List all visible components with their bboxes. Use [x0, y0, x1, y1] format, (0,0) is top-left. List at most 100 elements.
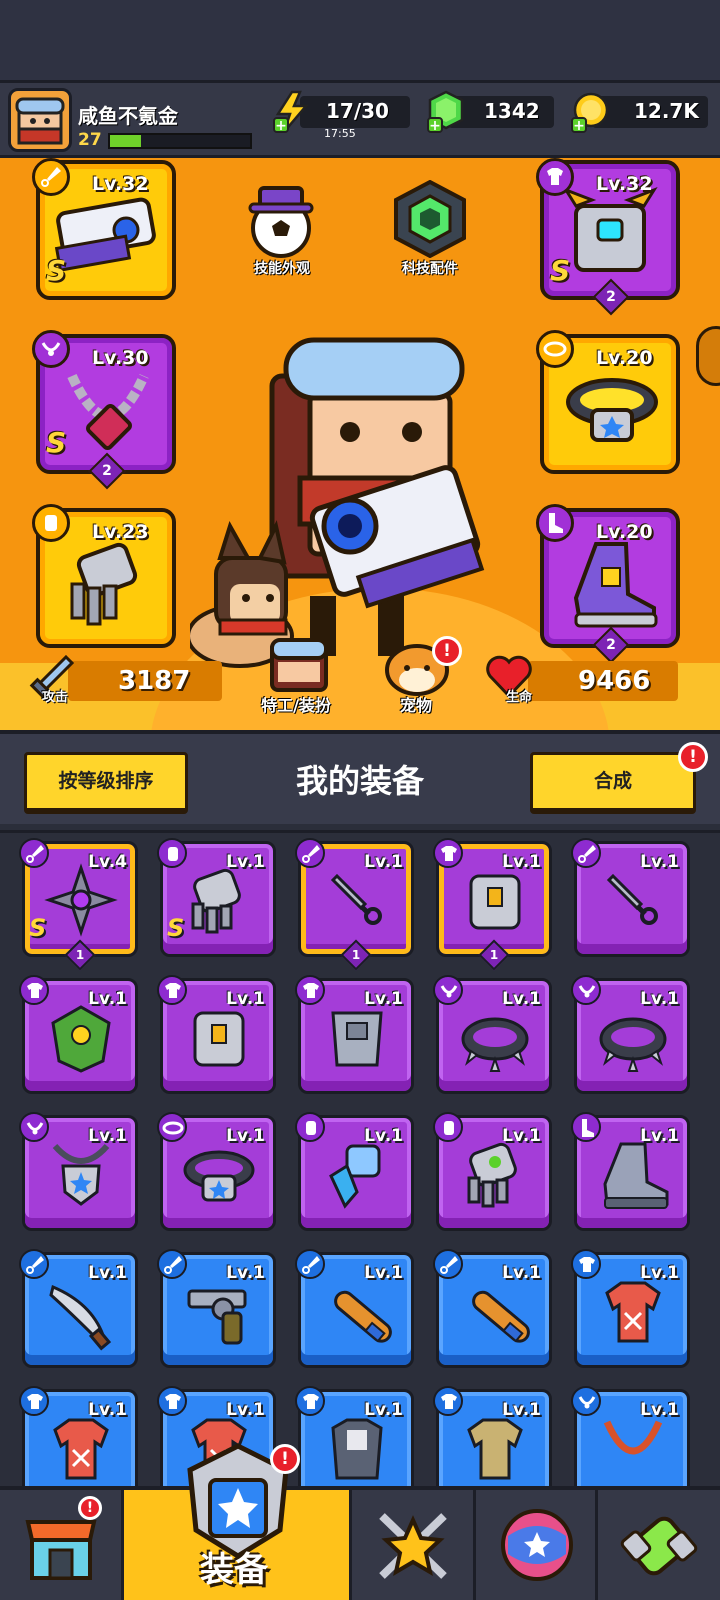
- card-level: Lv.1: [640, 852, 679, 872]
- xp-progress-bar: [108, 133, 252, 149]
- agent-outfit-label[interactable]: 特工/装扮: [244, 692, 348, 716]
- hp-value: 9466: [578, 666, 651, 696]
- gem-plus-icon[interactable]: +: [426, 90, 468, 134]
- nav-tab-battle[interactable]: [352, 1490, 476, 1600]
- pet-label[interactable]: 宠物: [384, 692, 448, 716]
- armor-slot-rank: S: [550, 254, 571, 287]
- agent-outfit-icon[interactable]: [264, 636, 334, 692]
- equipment-card[interactable]: Lv.1 1: [433, 838, 552, 971]
- equipment-card[interactable]: Lv.1: [19, 1386, 138, 1486]
- shop-alert-dot: !: [78, 1496, 102, 1520]
- spiked-collar-icon: [599, 1017, 667, 1072]
- card-slot-badge: [19, 1386, 49, 1416]
- shirt-icon: [303, 983, 319, 998]
- equipment-card[interactable]: Lv.1: [571, 1249, 690, 1368]
- glove-icon: [306, 1121, 316, 1135]
- card-slot-badge: [157, 1112, 187, 1142]
- equipment-card[interactable]: Lv.1: [19, 1112, 138, 1231]
- shirt-icon: [547, 168, 563, 185]
- equipment-card[interactable]: Lv.1: [571, 1386, 690, 1486]
- skill-skin-label[interactable]: 技能外观: [236, 258, 328, 278]
- card-slot-badge: [433, 1386, 463, 1416]
- shuriken-weapon-icon: [44, 863, 118, 937]
- equipment-card[interactable]: Lv.1: [571, 1112, 690, 1231]
- equipment-card[interactable]: Lv.1: [295, 1249, 414, 1368]
- equipment-card[interactable]: Lv.1: [157, 1249, 276, 1368]
- card-stack: 1: [478, 939, 510, 971]
- equipment-card[interactable]: Lv.1: [433, 1249, 552, 1368]
- equipment-card[interactable]: Lv.1: [571, 975, 690, 1094]
- claw-glove-icon: [329, 1144, 381, 1209]
- card-level: Lv.1: [226, 1263, 265, 1283]
- gold-count: 12.7K: [634, 99, 699, 123]
- card-slot-badge: [157, 838, 187, 868]
- armor-vest-icon: [469, 874, 521, 930]
- card-slot-badge: [295, 1386, 325, 1416]
- nav-tab-orbs[interactable]: [476, 1490, 598, 1600]
- dna-capsule-icon: [620, 1516, 698, 1576]
- merge-button[interactable]: 合成: [530, 752, 696, 814]
- equipment-card[interactable]: Lv.1: [295, 975, 414, 1094]
- necklace-icon: [578, 1396, 596, 1409]
- svg-text:+: +: [573, 118, 585, 134]
- card-slot-badge: [157, 975, 187, 1005]
- necklace-slot-rank: S: [46, 426, 67, 459]
- kunai-icon: [606, 873, 658, 925]
- equipment-card[interactable]: Lv.1 S: [157, 838, 276, 957]
- equipment-card[interactable]: Lv.1 1: [295, 838, 414, 971]
- card-slot-badge: [295, 838, 325, 868]
- boot-icon: [603, 1142, 669, 1209]
- hp-label: 生命: [506, 690, 533, 705]
- card-stack: 1: [340, 939, 372, 971]
- card-slot-badge: [19, 838, 49, 868]
- tech-parts-label[interactable]: 科技配件: [384, 258, 476, 278]
- card-slot-badge: [433, 1249, 463, 1279]
- nav-tab-dna[interactable]: [598, 1490, 720, 1600]
- equipment-card[interactable]: Lv.1: [571, 838, 690, 957]
- shirt-icon: [441, 846, 457, 861]
- card-level: Lv.1: [88, 1400, 127, 1420]
- robot-glove-icon: [467, 1142, 517, 1208]
- gold-coin-plus-icon[interactable]: +: [570, 90, 612, 134]
- equipment-card[interactable]: Lv.1: [433, 1112, 552, 1231]
- equipment-card[interactable]: Lv.1: [157, 975, 276, 1094]
- tech-parts-icon[interactable]: [392, 180, 468, 258]
- player-level: 27: [78, 130, 102, 150]
- gloves-slot-badge: [32, 504, 70, 542]
- equipment-card[interactable]: Lv.1: [295, 1386, 414, 1486]
- belt-icon: [162, 1121, 184, 1135]
- necklace-slot-badge: [32, 330, 70, 368]
- energy-bolt-plus-icon[interactable]: +: [272, 90, 312, 134]
- skill-skin-icon[interactable]: [246, 180, 316, 258]
- weapon-slot-level: Lv.32: [92, 173, 149, 195]
- equipment-card[interactable]: Lv.1: [19, 975, 138, 1094]
- sneaker-boot-icon: [573, 542, 658, 628]
- side-expand-tab[interactable]: [696, 326, 720, 386]
- card-level: Lv.1: [88, 1126, 127, 1146]
- necklace-icon: [26, 1122, 44, 1135]
- nav-tab-equipment[interactable]: ! 装备: [124, 1443, 352, 1600]
- equipment-card[interactable]: Lv.1: [433, 1386, 552, 1486]
- equipment-card[interactable]: Lv.4 S 1: [19, 838, 138, 971]
- card-level: Lv.1: [364, 1263, 403, 1283]
- equipment-card[interactable]: Lv.1: [19, 1249, 138, 1368]
- equipment-card[interactable]: Lv.1: [433, 975, 552, 1094]
- card-level: Lv.1: [640, 989, 679, 1009]
- equipment-grid: Lv.4 S 1 Lv.1 S Lv.1 1 Lv.1 1 Lv.1 Lv.1 …: [0, 830, 720, 1486]
- belt-small-icon: [543, 341, 567, 357]
- xp-progress-fill: [110, 135, 141, 147]
- spiked-collar-icon: [461, 1017, 529, 1072]
- nav-tab-shop[interactable]: !: [0, 1490, 124, 1600]
- shirt-icon: [27, 983, 43, 998]
- card-slot-badge: [19, 1112, 49, 1142]
- revolver-icon: [187, 1289, 247, 1345]
- equipment-card[interactable]: Lv.1: [295, 1112, 414, 1231]
- khaki-shirt-icon: [467, 1418, 523, 1480]
- belt-slot-level: Lv.20: [596, 347, 653, 369]
- player-avatar[interactable]: [8, 88, 72, 152]
- equipment-card[interactable]: Lv.1: [157, 1112, 276, 1231]
- shop-icon: [25, 1520, 97, 1580]
- shirt-icon: [303, 1394, 319, 1409]
- hero-panel: Lv.32 S Lv.30 S 2 Lv.23 技能外观 科技配件 Lv.32 …: [0, 158, 720, 730]
- card-level: Lv.1: [364, 1126, 403, 1146]
